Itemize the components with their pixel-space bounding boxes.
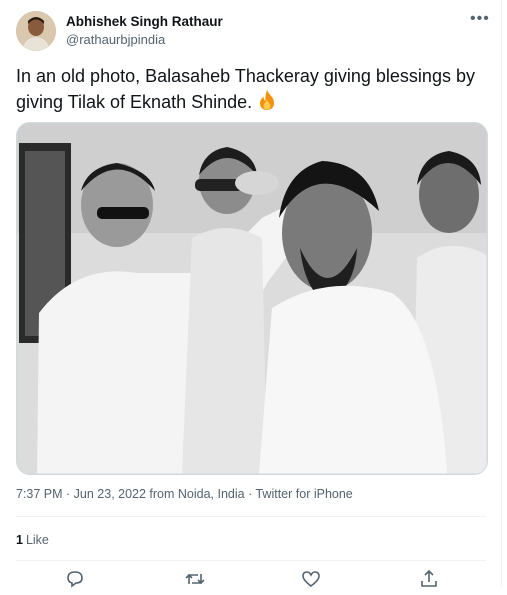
divider — [16, 516, 486, 517]
action-bar — [0, 568, 501, 588]
fire-icon — [257, 89, 277, 118]
tweet-timestamp[interactable]: 7:37 PM · Jun 23, 2022 from Noida, India… — [16, 487, 353, 501]
tweet-photo[interactable] — [16, 122, 488, 475]
like-count-label: Like — [25, 533, 49, 547]
like-count-number: 1 — [16, 533, 23, 547]
photo-image — [17, 123, 487, 474]
like-count[interactable]: 1 Like — [16, 533, 49, 547]
author-handle[interactable]: @rathaurbjpindia — [66, 32, 165, 47]
tweet-text: In an old photo, Balasaheb Thackeray giv… — [16, 64, 486, 118]
more-options-icon[interactable]: ••• — [470, 10, 490, 28]
author-name[interactable]: Abhishek Singh Rathaur — [66, 14, 223, 29]
avatar[interactable] — [16, 11, 56, 51]
divider — [16, 560, 486, 561]
tweet-body: In an old photo, Balasaheb Thackeray giv… — [16, 66, 475, 112]
tweet-card: Abhishek Singh Rathaur @rathaurbjpindia … — [0, 0, 502, 588]
